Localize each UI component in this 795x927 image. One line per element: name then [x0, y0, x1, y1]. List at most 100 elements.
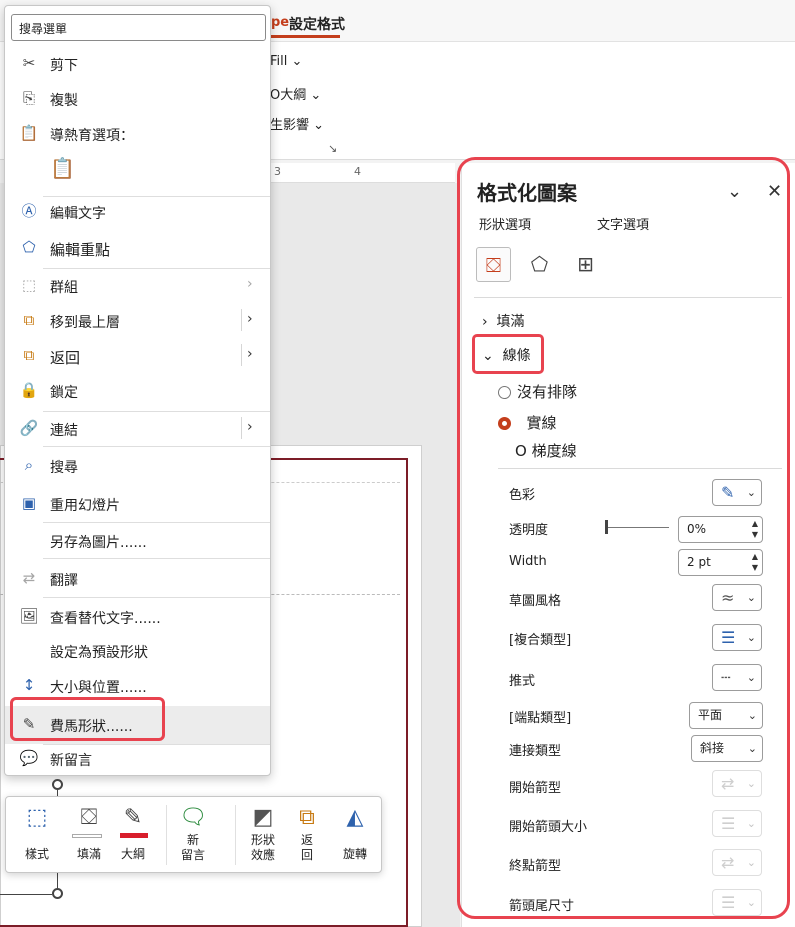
button-label: 樣式	[24, 847, 49, 861]
paint-bucket-icon: ⛋	[80, 805, 98, 830]
highlight-callout-format-shape	[10, 697, 165, 741]
menu-item-paste-options: 📋 導熱育選項：	[5, 116, 270, 150]
menu-item-label: 群組	[50, 280, 78, 296]
submenu-chevron-icon[interactable]: ›	[247, 311, 253, 327]
horizontal-ruler: 3 4	[270, 163, 455, 183]
scissors-icon: ✂	[22, 54, 36, 72]
fill-button[interactable]: ⛋ 填滿	[66, 803, 112, 862]
menu-item-label: 導熱育選項：	[50, 128, 134, 144]
paste-icon: 📋	[19, 124, 39, 142]
menu-item-save-as-picture[interactable]: 另存為圖片......	[5, 523, 270, 557]
rotate-icon: ◭	[346, 805, 364, 830]
menu-item-edit-text[interactable]: Ⓐ 編輯文字	[5, 194, 270, 228]
outline-color-swatch	[120, 833, 148, 838]
translate-icon: ⇄	[22, 569, 36, 587]
button-label: 返	[300, 833, 313, 847]
button-label: 形狀	[250, 833, 275, 847]
menu-item-label: 重用幻燈片	[50, 498, 120, 514]
menu-item-bring-to-front[interactable]: ⧉ 移到最上層 ›	[5, 303, 270, 337]
ruler-mark-3: 3	[274, 165, 281, 178]
menu-item-reuse-slides[interactable]: ▣ 重用幻燈片	[5, 486, 270, 520]
shape-effects-icon: ◩	[252, 805, 274, 830]
toolbar-separator	[235, 805, 236, 865]
button-label: 留言	[180, 848, 205, 862]
shape-effects-button[interactable]: 生影響 ⌄	[270, 114, 324, 133]
menu-item-label: 剪下	[50, 58, 78, 74]
shape-resize-handle[interactable]	[52, 888, 63, 899]
menu-item-view-alt-text[interactable]: 🖼 查看替代文字......	[5, 599, 270, 633]
menu-item-copy[interactable]: ⎘ 複製	[5, 81, 270, 115]
menu-item-cut[interactable]: ✂ 剪下	[5, 46, 270, 80]
size-position-icon: ↕	[22, 676, 36, 694]
menu-item-send-backward[interactable]: ⧉ 返回 ›	[5, 338, 270, 372]
menu-item-label: 鎖定	[50, 385, 78, 401]
menu-item-edit-points[interactable]: ⬠ 編輯重點	[5, 230, 270, 264]
style-button[interactable]: ⬚ 樣式	[14, 803, 60, 862]
edit-text-icon: Ⓐ	[21, 202, 37, 220]
button-label: 大綱	[120, 847, 145, 861]
menu-item-label: 移到最上層	[50, 315, 120, 331]
fill-color-swatch	[72, 834, 102, 838]
menu-item-label: 連結	[50, 423, 78, 439]
copy-icon: ⎘	[22, 89, 35, 107]
menu-separator	[43, 597, 270, 598]
alt-text-icon: 🖼	[19, 607, 39, 625]
group-icon: ⬚	[21, 276, 37, 294]
menu-item-label: 另存為圖片......	[50, 535, 147, 551]
bring-to-front-icon: ⧉	[23, 311, 35, 329]
menu-item-lock[interactable]: 🔒 鎖定	[5, 373, 270, 407]
menu-item-label: 編輯文字	[50, 206, 106, 222]
highlight-callout-format-pane	[457, 157, 790, 919]
mini-toolbar: ⬚ 樣式 ⛋ 填滿 ✎ 大綱 🗨 新 留言 ◩ 形狀 效應 ⧉ 返 回 ◭ 旋轉	[5, 796, 382, 873]
menu-item-label: 翻譯	[50, 573, 78, 589]
ribbon-tab-partial[interactable]: pe	[271, 15, 289, 30]
paste-keep-text-only-icon[interactable]: 📋	[50, 156, 80, 190]
ruler-mark-4: 4	[354, 165, 361, 178]
shape-effects-button[interactable]: ◩ 形狀 效應	[240, 803, 286, 863]
active-tab-indicator	[268, 35, 340, 38]
submenu-chevron-icon[interactable]: ›	[247, 419, 253, 435]
menu-item-link[interactable]: 🔗 連結 ›	[5, 411, 270, 445]
menu-item-label: 大小與位置......	[50, 680, 147, 696]
link-icon: 🔗	[19, 419, 39, 437]
send-backward-button[interactable]: ⧉ 返 回	[290, 803, 324, 863]
menu-item-new-comment[interactable]: 💬 新留言	[5, 741, 270, 775]
toolbar-separator	[166, 805, 167, 865]
send-backward-icon: ⧉	[299, 805, 315, 830]
menu-item-label: 編輯重點	[50, 241, 111, 259]
submenu-chevron-icon[interactable]: ›	[247, 346, 253, 362]
shape-resize-handle[interactable]	[52, 779, 63, 790]
menu-separator	[43, 558, 270, 559]
rotate-button[interactable]: ◭ 旋轉	[332, 803, 378, 862]
button-label: 新	[186, 833, 199, 847]
dialog-launcher-icon[interactable]: ↘	[328, 142, 337, 155]
menu-search-input[interactable]: 搜尋選單	[11, 14, 266, 41]
new-comment-button[interactable]: 🗨 新 留言	[173, 803, 213, 863]
split-divider	[241, 309, 242, 331]
search-icon: ⌕	[24, 456, 34, 474]
send-backward-icon: ⧉	[23, 346, 35, 364]
split-divider	[241, 344, 242, 366]
menu-item-search[interactable]: ⌕ 搜尋	[5, 448, 270, 482]
menu-item-label: 查看替代文字......	[50, 611, 161, 627]
menu-separator	[43, 446, 270, 447]
shape-style-icon: ⬚	[26, 805, 48, 830]
pen-icon: ✎	[123, 805, 143, 830]
shape-fill-button[interactable]: Fill ⌄	[270, 54, 302, 69]
menu-item-label: 設定為預設形狀	[50, 645, 148, 661]
shape-outline-button[interactable]: O大綱 ⌄	[270, 84, 321, 103]
menu-item-label: 複製	[50, 93, 78, 109]
button-label: 回	[300, 848, 313, 862]
outline-button[interactable]: ✎ 大綱	[110, 803, 156, 862]
context-menu: 搜尋選單 ✂ 剪下 ⎘ 複製 📋 導熱育選項： 📋 Ⓐ 編輯文字 ⬠ 編輯重點 …	[4, 5, 271, 776]
ribbon-tab-shape-format[interactable]: 設定格式	[289, 14, 345, 34]
menu-item-label: 搜尋	[50, 460, 78, 476]
edit-points-icon: ⬠	[22, 238, 36, 256]
menu-item-set-default-shape[interactable]: 設定為預設形狀	[5, 633, 270, 667]
menu-item-group[interactable]: ⬚ 群組 ›	[5, 268, 270, 302]
menu-item-label: 新留言	[50, 753, 92, 769]
menu-item-translate[interactable]: ⇄ 翻譯	[5, 561, 270, 595]
reuse-slides-icon: ▣	[21, 494, 37, 512]
button-label: 旋轉	[342, 847, 367, 861]
handle-connector	[0, 894, 52, 895]
